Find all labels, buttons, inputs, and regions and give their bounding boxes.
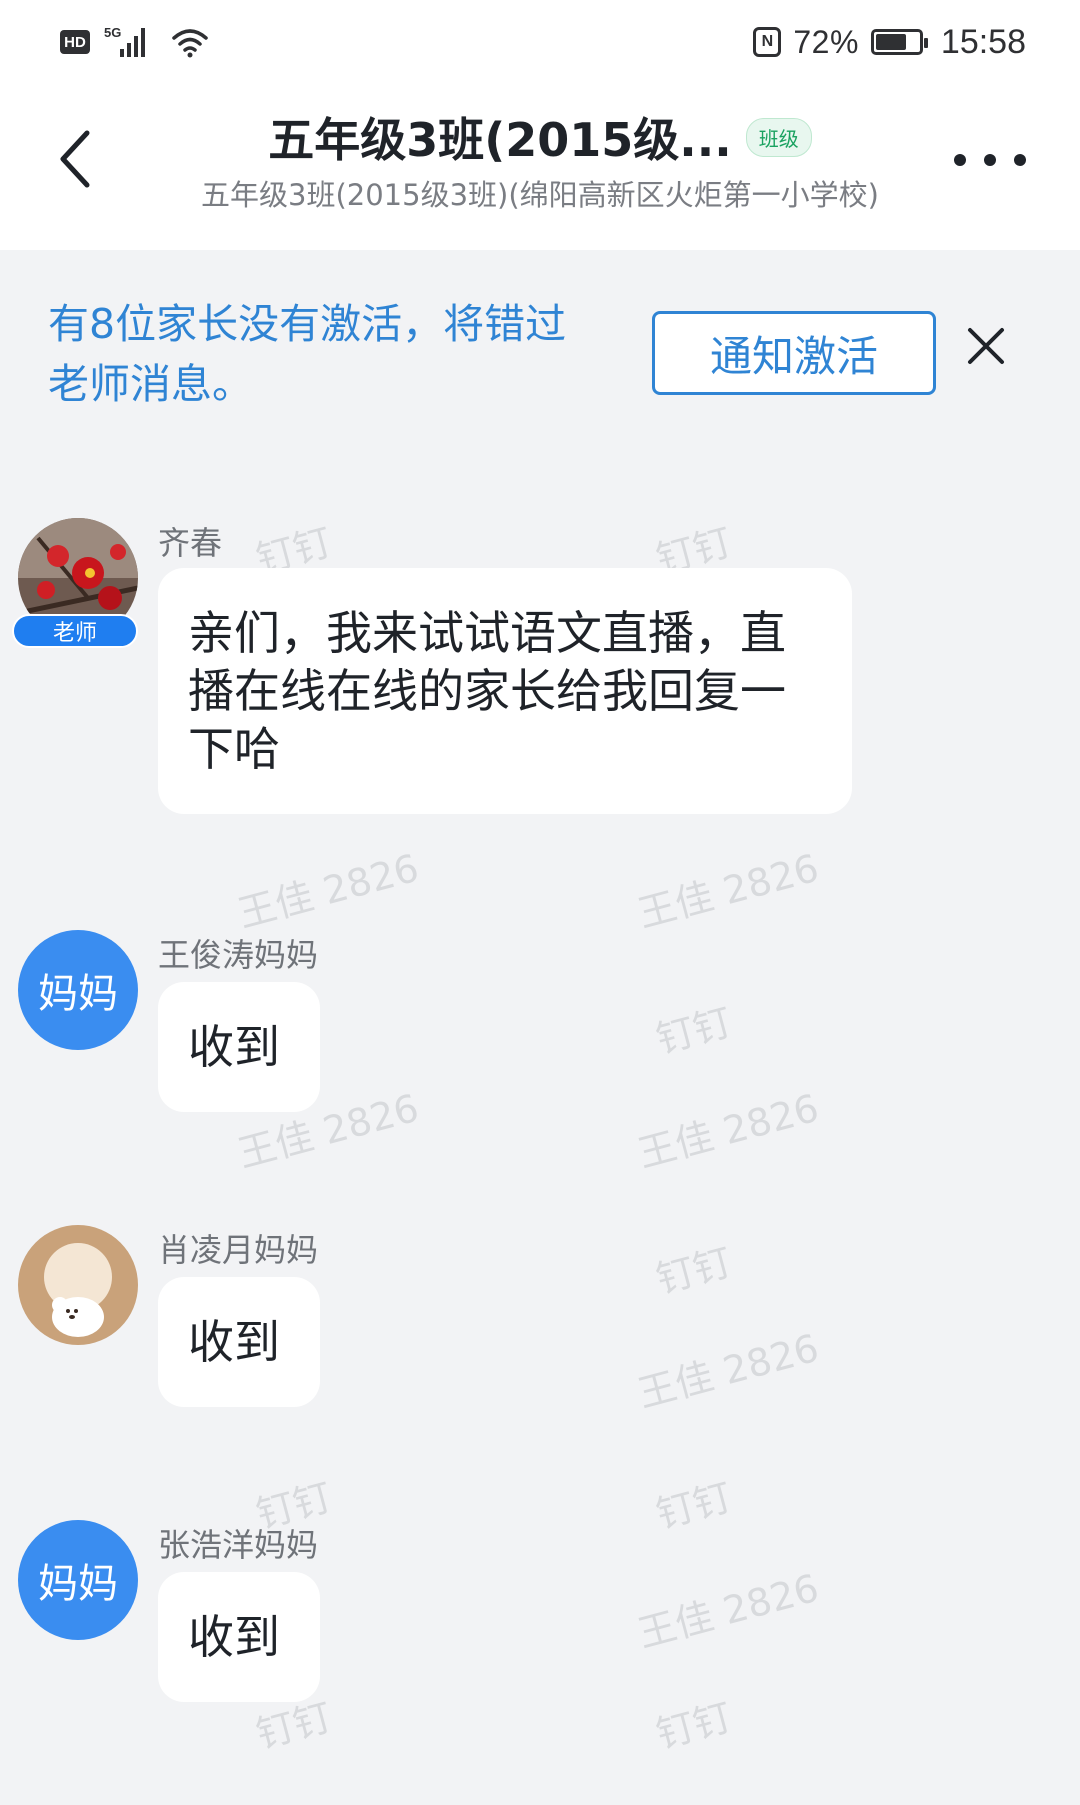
battery-level-fill	[875, 34, 907, 50]
watermark-text: 王佳 2826	[633, 1565, 824, 1657]
avatar[interactable]	[18, 1225, 138, 1345]
more-dot-icon	[984, 154, 996, 166]
watermark-text: 王佳 2826	[633, 1325, 824, 1417]
avatar[interactable]: 妈妈	[18, 1520, 138, 1640]
sender-name: 张浩洋妈妈	[158, 1526, 319, 1564]
banner-close-button[interactable]	[966, 326, 1006, 370]
message-bubble[interactable]: 收到	[158, 1572, 320, 1702]
page-subtitle: 五年级3班(2015级3班)(绵阳高新区火炬第一小学校)	[201, 178, 879, 212]
watermark-text: 王佳 2826	[233, 845, 424, 937]
close-icon	[968, 328, 1004, 364]
more-dot-icon	[1014, 154, 1026, 166]
bear-avatar-image	[18, 1225, 138, 1345]
battery-percent: 72%	[793, 23, 859, 60]
watermark-text: 王佳 2826	[633, 1085, 824, 1177]
chat-header: 五年级3班(2015级... 班级 五年级3班(2015级3班)(绵阳高新区火炬…	[0, 82, 1080, 250]
page-title[interactable]: 五年级3班(2015级...	[268, 104, 731, 170]
avatar[interactable]: 妈妈	[18, 930, 138, 1050]
status-right: N 72% 15:58	[753, 20, 1026, 64]
watermark-text: 钉钉	[651, 1694, 737, 1757]
more-options-button[interactable]	[954, 140, 1026, 180]
cellular-signal-icon: 5G	[104, 25, 156, 59]
status-left: HD 5G	[60, 22, 210, 62]
hd-icon: HD	[60, 30, 90, 54]
watermark-text: 钉钉	[651, 1474, 737, 1537]
sender-name: 齐春	[158, 524, 223, 562]
title-row: 五年级3班(2015级... 班级	[0, 104, 1080, 170]
watermark-text: 钉钉	[651, 999, 737, 1062]
watermark-text: 钉钉	[651, 1239, 737, 1302]
more-dot-icon	[954, 154, 966, 166]
sender-name: 肖凌月妈妈	[158, 1231, 319, 1269]
clock: 15:58	[940, 22, 1026, 61]
teacher-role-badge: 老师	[12, 614, 138, 648]
message-bubble[interactable]: 收到	[158, 1277, 320, 1407]
sender-name: 王俊涛妈妈	[158, 936, 319, 974]
message-bubble[interactable]: 收到	[158, 982, 320, 1112]
wifi-icon	[172, 29, 208, 58]
activation-banner: 有8位家长没有激活，将错过老师消息。 通知激活	[0, 250, 1080, 440]
notify-activate-button[interactable]: 通知激活	[652, 311, 936, 395]
class-tag-badge: 班级	[745, 117, 812, 157]
nfc-icon: N	[753, 27, 782, 57]
watermark-text: 王佳 2826	[633, 845, 824, 937]
battery-icon	[870, 29, 928, 55]
status-bar: HD 5G N 72% 15:58	[0, 0, 1080, 82]
message-bubble[interactable]: 亲们，我来试试语文直播，直播在线在线的家长给我回复一下哈	[158, 568, 852, 814]
banner-message: 有8位家长没有激活，将错过老师消息。	[48, 300, 567, 408]
